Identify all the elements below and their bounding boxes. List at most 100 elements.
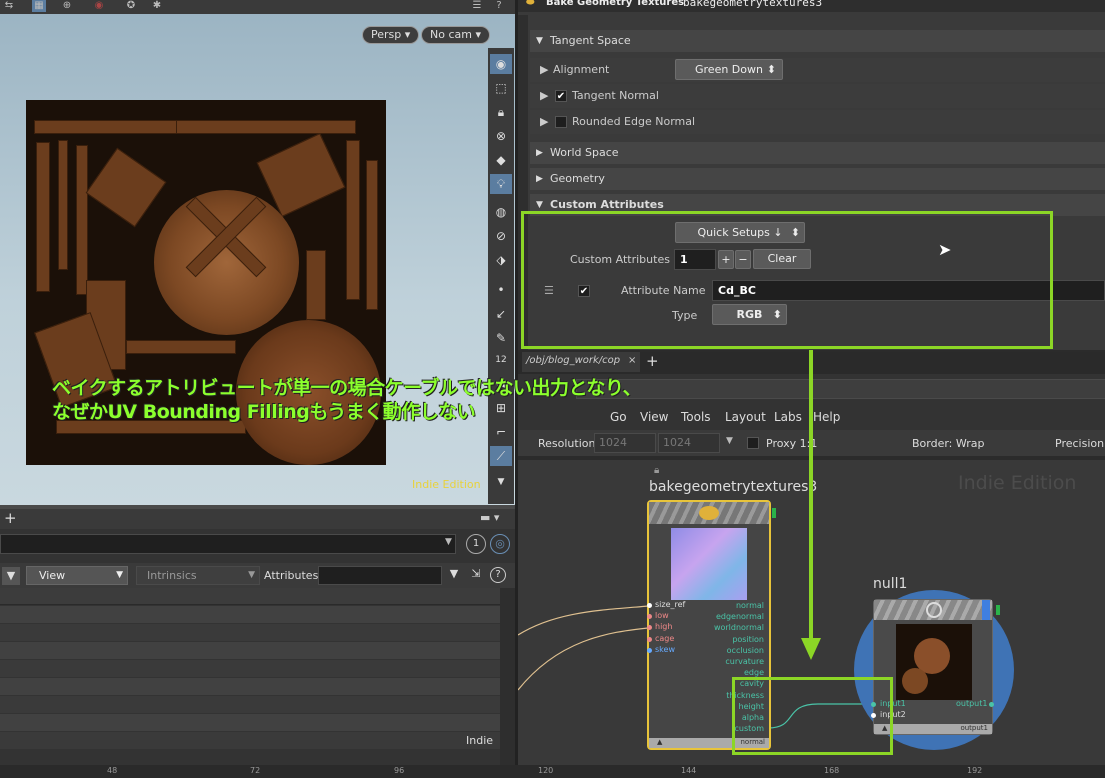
- output-occlusion[interactable]: occlusion: [698, 645, 764, 656]
- path-dropdown-icon[interactable]: ▼: [445, 537, 452, 547]
- network-path-field[interactable]: [576, 379, 1105, 399]
- settings-icon[interactable]: ✱: [150, 0, 164, 12]
- view-menu[interactable]: View ▼: [26, 566, 128, 585]
- output-position[interactable]: position: [698, 634, 764, 645]
- pane-menu-icon[interactable]: ▬ ▾: [480, 511, 499, 524]
- param-header: ⬬ Bake Geometry Textures bakegeometrytex…: [518, 0, 1105, 12]
- output-normal[interactable]: normal: [698, 600, 764, 611]
- viewport-side-toolbar: ◉ ⬚ 🔒︎ ⊗ ◆ 💡︎ ◍ ⊘ ⬗ • ↙ ✎ 12 ◄ ⊞ ⌐ ⟋ ▼: [488, 48, 514, 504]
- pen-icon[interactable]: ✎: [490, 328, 512, 348]
- node-lock-icon[interactable]: 🔒︎: [654, 465, 659, 476]
- geometry-folder[interactable]: ▶ Geometry: [530, 168, 1105, 190]
- vertical-scrollbar[interactable]: [500, 588, 515, 765]
- node1-name[interactable]: bakegeometrytextures3: [649, 479, 817, 495]
- pane-tabbar: + ▬ ▾: [0, 509, 515, 529]
- node-name[interactable]: bakegeometrytextures3: [683, 0, 822, 9]
- record-icon[interactable]: ◉: [92, 0, 106, 12]
- display-options-icon[interactable]: ⬗: [490, 250, 512, 270]
- output-edgenormal[interactable]: edgenormal: [698, 611, 764, 622]
- help-icon[interactable]: ?: [490, 567, 506, 583]
- filter-icon[interactable]: ▼: [2, 567, 20, 585]
- indie-label: Indie: [466, 734, 494, 747]
- add-tab-icon[interactable]: +: [4, 509, 17, 527]
- node1-thumbnail: [671, 528, 747, 600]
- point-icon[interactable]: •: [490, 280, 512, 300]
- add-network-tab-icon[interactable]: +: [646, 352, 659, 370]
- output-curvature[interactable]: curvature: [698, 656, 764, 667]
- camera-icon[interactable]: ⇆: [2, 0, 16, 12]
- input-skew[interactable]: skew: [655, 645, 675, 654]
- attr-filter-icon[interactable]: ▼: [446, 567, 462, 585]
- ruler-tick: 168: [824, 766, 840, 775]
- snapshot-icon[interactable]: ✪: [124, 0, 138, 12]
- number-icon[interactable]: 12: [490, 350, 512, 370]
- no-cam-menu[interactable]: No cam ▾: [421, 26, 490, 44]
- ruler-tick: 192: [967, 766, 983, 775]
- rounded-edge-expand-icon[interactable]: ▶: [540, 115, 548, 128]
- snap-icon[interactable]: ◆: [490, 150, 512, 170]
- help-icon[interactable]: ?: [492, 0, 506, 12]
- menu-labs[interactable]: Labs: [774, 410, 802, 424]
- rounded-edge-row: ▶ Rounded Edge Normal: [530, 110, 1105, 134]
- lock-icon[interactable]: 🔒︎: [490, 102, 512, 122]
- display-icon[interactable]: ▦: [32, 0, 46, 12]
- tangent-space-folder[interactable]: ▼ Tangent Space: [530, 30, 1105, 52]
- timeline-ruler[interactable]: 48 72 96 120 144 168 192: [0, 765, 1105, 778]
- attributes-label: Attributes:: [264, 569, 323, 582]
- zoom-icon[interactable]: ⊕: [60, 0, 74, 12]
- ghost-icon[interactable]: ⊗: [490, 126, 512, 146]
- border-label[interactable]: Border: Wrap: [912, 437, 985, 450]
- target-icon[interactable]: ◎: [490, 534, 510, 554]
- camera-menu[interactable]: Persp ▾: [362, 26, 420, 44]
- proxy-checkbox[interactable]: [747, 437, 759, 449]
- null-icon: [926, 602, 942, 618]
- menu-layout[interactable]: Layout: [725, 410, 766, 424]
- layout-icon[interactable]: ☰: [470, 0, 484, 12]
- resolution-dropdown-icon[interactable]: ▼: [726, 436, 733, 446]
- node1-display-flag[interactable]: [772, 508, 776, 518]
- node-type-label: Bake Geometry Textures: [546, 0, 685, 8]
- spreadsheet-grid[interactable]: Indie: [0, 588, 515, 765]
- menu-view[interactable]: View: [640, 410, 668, 424]
- intrinsics-menu[interactable]: Intrinsics ▼: [136, 566, 260, 585]
- tangent-normal-expand-icon[interactable]: ▶: [540, 89, 548, 102]
- scene-viewport[interactable]: ⇆ ▦ ⊕ ◉ ✪ ✱ ☰ ? Persp ▾ No cam ▾ Indie E…: [0, 0, 515, 505]
- precision-label[interactable]: Precision:: [1055, 437, 1105, 450]
- rounded-edge-checkbox[interactable]: [555, 116, 567, 128]
- path-field[interactable]: ▼: [0, 534, 456, 554]
- input-size-ref[interactable]: size_ref: [655, 600, 685, 609]
- input-low[interactable]: low: [655, 611, 669, 620]
- input-high[interactable]: high: [655, 622, 672, 631]
- input-cage[interactable]: cage: [655, 634, 674, 643]
- alignment-row: ▶ Alignment Green Down ⬍: [530, 58, 1105, 82]
- alignment-expand-icon[interactable]: ▶: [540, 63, 548, 76]
- scroll-down-icon[interactable]: ▼: [490, 472, 512, 492]
- view-tool-icon[interactable]: ◉: [490, 54, 512, 74]
- node2-name[interactable]: null1: [873, 576, 907, 592]
- light-icon[interactable]: 💡︎: [490, 174, 512, 194]
- resolution-x[interactable]: 1024: [594, 433, 656, 453]
- measure-icon[interactable]: ⟋: [490, 446, 512, 466]
- menu-help[interactable]: Help: [813, 410, 840, 424]
- alignment-menu[interactable]: Green Down ⬍: [675, 59, 783, 80]
- path-row: ▼ 1 ◎: [0, 529, 515, 563]
- shading-icon[interactable]: ◍: [490, 202, 512, 222]
- ruler-tick: 96: [394, 766, 405, 775]
- menu-tools[interactable]: Tools: [681, 410, 711, 424]
- attributes-field[interactable]: [318, 566, 442, 585]
- world-space-folder[interactable]: ▶ World Space: [530, 142, 1105, 164]
- node2-display-flag[interactable]: [996, 605, 1000, 615]
- null-output1[interactable]: output1: [956, 699, 987, 708]
- display-flag[interactable]: [982, 600, 990, 620]
- corner-icon[interactable]: ⌐: [490, 422, 512, 442]
- close-tab-icon[interactable]: ×: [628, 352, 636, 370]
- normal-icon[interactable]: ↙: [490, 304, 512, 324]
- select-tool-icon[interactable]: ⬚: [490, 78, 512, 98]
- tangent-normal-checkbox[interactable]: ✔: [555, 90, 567, 102]
- export-icon[interactable]: ⇲: [468, 567, 484, 585]
- resolution-y[interactable]: 1024: [658, 433, 720, 453]
- resolution-label: Resolution: [538, 437, 596, 450]
- output-worldnormal[interactable]: worldnormal: [698, 622, 764, 633]
- wire-icon[interactable]: ⊘: [490, 226, 512, 246]
- tab-network-path[interactable]: /obj/blog_work/cop ×: [522, 352, 640, 372]
